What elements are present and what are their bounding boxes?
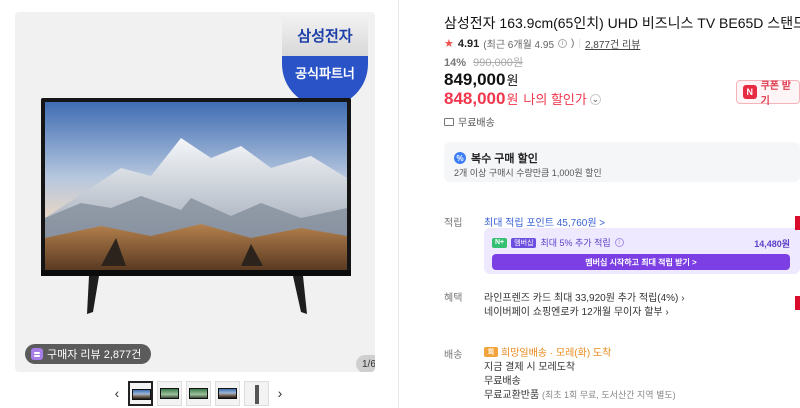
coupon-button[interactable]: N 쿠폰 받기: [736, 80, 800, 107]
review-chip-label: 구매자 리뷰 2,877건: [47, 349, 142, 361]
membership-tag: 멤버십: [511, 237, 537, 248]
buyer-review-chip[interactable]: 구매자 리뷰 2,877건: [25, 344, 152, 364]
product-info-panel: 삼성전자 163.9cm(65인치) UHD 비즈니스 TV BE65D 스탠드…: [444, 0, 800, 408]
thumbnail[interactable]: [157, 380, 182, 406]
my-discount-price[interactable]: 848,000 원 나의 할인가 ⌄: [444, 89, 601, 109]
points-label: 적립: [444, 218, 463, 229]
nplus-tag: N+: [492, 237, 508, 248]
rating-recent: (최근 6개월 4.95: [483, 40, 555, 51]
discount-row: 14% 990,000원: [444, 54, 523, 70]
free-return: 무료교환반품 (최초 1회 무료, 도서산간 지역 별도): [484, 390, 676, 401]
partner-badge-line2: 공식파트너: [295, 66, 355, 82]
benefit-installment-link[interactable]: 네이버페이 쇼핑엔로카 12개월 무이자 할부 ›: [484, 303, 669, 318]
chevron-down-icon[interactable]: ⌄: [589, 93, 601, 105]
my-price-label: 나의 할인가: [523, 92, 587, 107]
product-title: 삼성전자 163.9cm(65인치) UHD 비즈니스 TV BE65D 스탠드…: [444, 15, 800, 31]
sale-price: 849,000원: [444, 70, 519, 89]
shipping-fee: 무료배송: [444, 114, 495, 129]
chevron-left-icon[interactable]: ‹: [110, 380, 124, 406]
column-divider: [398, 0, 399, 408]
side-marker: [795, 296, 800, 310]
benefit-card-link[interactable]: 라인프렌즈 카드 최대 33,920원 추가 적립(4%) ›: [484, 289, 685, 304]
membership-plus-box: N+ 멤버십 최대 5% 추가 적립 i 14,480원 멤버십 시작하고 최대…: [484, 228, 800, 274]
naver-n-icon: N: [743, 85, 757, 99]
delivery-schedule[interactable]: 희 희망일배송 · 모레(화) 도착: [484, 344, 611, 359]
rating-row: ★ 4.91 (최근 6개월 4.95 i) | 2,877건 리뷰: [444, 36, 641, 52]
side-marker: [795, 216, 800, 230]
official-partner-badge: 삼성전자 공식파트너: [282, 12, 368, 107]
review-icon: [31, 348, 43, 360]
partner-badge-line1: 삼성전자: [297, 27, 352, 45]
star-icon: ★: [444, 38, 454, 50]
product-image-gallery[interactable]: 삼성전자 공식파트너 구매자 리뷰 2,877건 1/6: [15, 12, 375, 372]
multi-buy-title: 복수 구매 할인: [471, 153, 538, 165]
percent-icon: %: [454, 152, 466, 164]
thumbnail[interactable]: [215, 380, 240, 406]
chevron-right-icon[interactable]: ›: [273, 380, 287, 406]
thumbnail[interactable]: [186, 380, 211, 406]
original-price: 990,000원: [473, 57, 523, 69]
product-tv-image: [41, 98, 351, 314]
info-icon[interactable]: i: [614, 238, 624, 247]
truck-icon: [444, 117, 454, 126]
thumbnail-strip: ‹ ›: [110, 380, 287, 406]
max-points-link[interactable]: 최대 적립 포인트 45,760원 >: [484, 214, 605, 229]
thumbnail[interactable]: [128, 380, 153, 406]
benefits-label: 혜택: [444, 293, 463, 304]
scheduled-delivery-icon: 희: [484, 346, 498, 357]
delivery-label: 배송: [444, 350, 463, 361]
info-icon[interactable]: i: [558, 39, 568, 48]
rating-score: 4.91: [457, 37, 480, 50]
plus-points-amount: 14,480원: [754, 239, 790, 249]
chevron-right-icon: ›: [681, 293, 685, 304]
multi-buy-discount-box: % 복수 구매 할인 2개 이상 구매시 수량만큼 1,000원 할인: [444, 142, 800, 182]
image-page-indicator: 1/6: [356, 355, 375, 372]
delivery-fee: 무료배송: [484, 376, 521, 387]
membership-join-button[interactable]: 멤버십 시작하고 최대 적립 받기 >: [492, 254, 790, 270]
chevron-right-icon: ›: [665, 307, 669, 318]
multi-buy-desc: 2개 이상 구매시 수량만큼 1,000원 할인: [454, 168, 602, 178]
review-count-link[interactable]: 2,877건 리뷰: [585, 36, 640, 51]
plus-points-text: 최대 5% 추가 적립: [540, 238, 611, 248]
delivery-arrival-note: 지금 결제 시 모레도착: [484, 362, 576, 373]
thumbnail[interactable]: [244, 380, 269, 406]
discount-percent: 14%: [444, 57, 467, 69]
